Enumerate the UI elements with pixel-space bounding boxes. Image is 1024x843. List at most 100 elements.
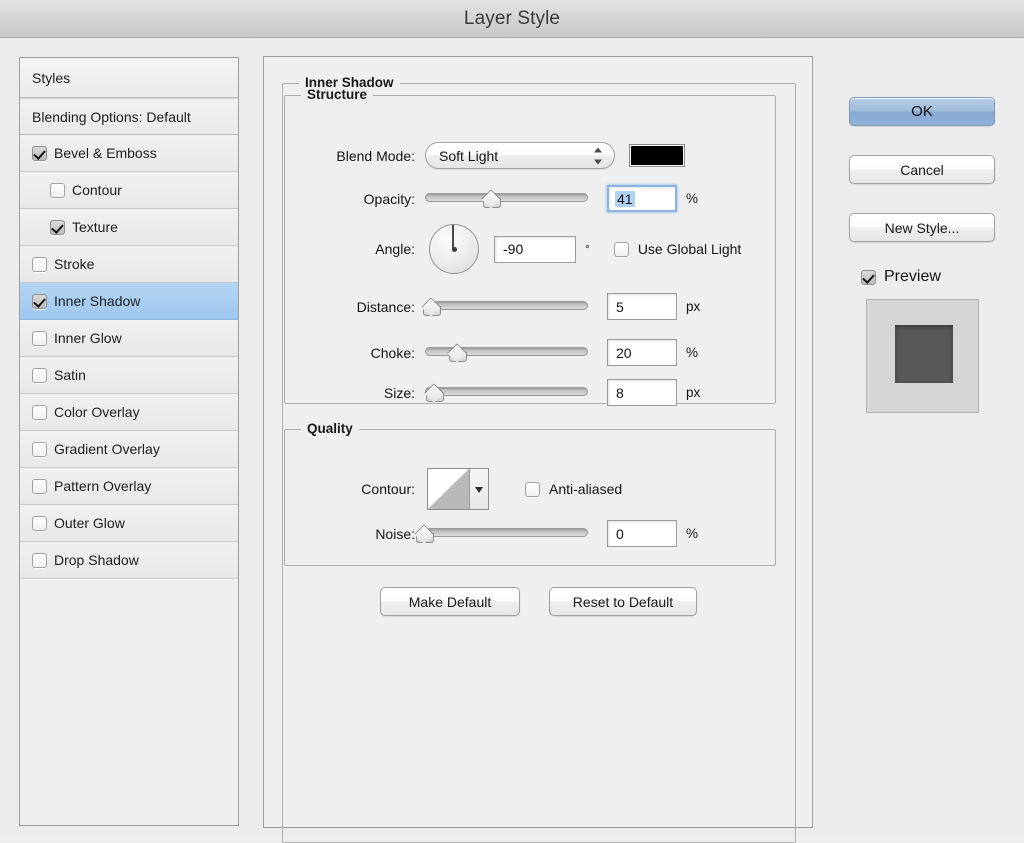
noise-slider[interactable] xyxy=(416,524,588,544)
preview-checkbox[interactable] xyxy=(861,269,876,285)
sidebar-item-pattern-overlay[interactable]: Pattern Overlay xyxy=(20,468,238,505)
effect-label: Gradient Overlay xyxy=(54,441,160,457)
sidebar-item-color-overlay[interactable]: Color Overlay xyxy=(20,394,238,431)
size-slider[interactable] xyxy=(425,383,588,403)
sidebar-item-texture[interactable]: Texture xyxy=(20,209,238,246)
choke-row: Choke: 20 % xyxy=(285,339,777,366)
angle-dial[interactable] xyxy=(429,224,479,274)
effect-checkbox[interactable] xyxy=(32,330,47,346)
shadow-color-swatch[interactable] xyxy=(629,144,685,167)
preview-toggle-row[interactable]: Preview xyxy=(861,268,941,286)
choke-unit: % xyxy=(686,345,699,360)
angle-dial-center xyxy=(451,246,457,252)
effect-label: Inner Glow xyxy=(54,330,122,346)
distance-value: 5 xyxy=(616,298,624,315)
size-unit: px xyxy=(686,385,701,400)
angle-unit: ° xyxy=(585,242,590,256)
make-default-button[interactable]: Make Default xyxy=(380,587,520,616)
use-global-light-checkbox[interactable] xyxy=(613,241,629,257)
noise-input[interactable]: 0 xyxy=(607,520,677,547)
effect-label: Stroke xyxy=(54,256,95,272)
sidebar-item-satin[interactable]: Satin xyxy=(20,357,238,394)
noise-slider-thumb[interactable] xyxy=(415,528,435,543)
cancel-button[interactable]: Cancel xyxy=(849,155,995,184)
use-global-light-label: Use Global Light xyxy=(637,241,742,257)
styles-sidebar: Styles Blending Options: Default Bevel &… xyxy=(19,57,239,826)
new-style-button[interactable]: New Style... xyxy=(849,213,995,242)
sidebar-item-contour[interactable]: Contour xyxy=(20,172,238,209)
opacity-slider-thumb[interactable] xyxy=(482,193,502,208)
sidebar-item-inner-glow[interactable]: Inner Glow xyxy=(20,320,238,357)
distance-slider-thumb[interactable] xyxy=(422,301,442,316)
effect-label: Color Overlay xyxy=(54,404,140,420)
effect-checkbox[interactable] xyxy=(50,182,65,198)
anti-aliased-checkbox[interactable] xyxy=(525,481,540,497)
distance-unit: px xyxy=(686,299,701,314)
effect-label: Bevel & Emboss xyxy=(54,145,157,161)
sidebar-item-stroke[interactable]: Stroke xyxy=(20,246,238,283)
effect-checkbox[interactable] xyxy=(32,293,47,309)
effect-checkbox[interactable] xyxy=(32,552,47,568)
blend-mode-select[interactable]: Soft Light xyxy=(425,142,615,169)
distance-label: Distance: xyxy=(356,298,415,315)
quality-group: Quality Contour: Anti-aliased Noise: 0 % xyxy=(284,421,777,566)
sidebar-item-drop-shadow[interactable]: Drop Shadow xyxy=(20,542,238,579)
anti-aliased-row[interactable]: Anti-aliased xyxy=(525,481,622,497)
effect-checkbox[interactable] xyxy=(32,478,47,494)
sidebar-header-styles[interactable]: Styles xyxy=(20,58,238,98)
distance-slider[interactable] xyxy=(422,297,588,317)
effect-label: Pattern Overlay xyxy=(54,478,152,494)
size-label: Size: xyxy=(383,384,415,401)
choke-slider[interactable] xyxy=(425,343,588,363)
sidebar-item-bevel-emboss[interactable]: Bevel & Emboss xyxy=(20,135,238,172)
chevron-updown-icon xyxy=(594,146,603,165)
effect-checkbox[interactable] xyxy=(32,515,47,531)
contour-thumbnail xyxy=(428,469,470,509)
contour-label: Contour: xyxy=(361,481,415,497)
sidebar-item-blending-options[interactable]: Blending Options: Default xyxy=(20,98,238,135)
contour-preset-picker[interactable] xyxy=(427,468,489,510)
size-input[interactable]: 8 xyxy=(607,379,677,406)
layer-style-dialog: Layer Style Styles Blending Options: Def… xyxy=(0,0,1024,843)
size-slider-thumb[interactable] xyxy=(425,387,445,402)
choke-input[interactable]: 20 xyxy=(607,339,677,366)
sidebar-item-gradient-overlay[interactable]: Gradient Overlay xyxy=(20,431,238,468)
effect-checkbox[interactable] xyxy=(32,256,47,272)
blend-mode-label: Blend Mode: xyxy=(336,147,415,164)
effect-label: Satin xyxy=(54,367,86,383)
effect-label: Outer Glow xyxy=(54,515,125,531)
chevron-down-icon[interactable] xyxy=(470,469,488,509)
distance-input[interactable]: 5 xyxy=(607,293,677,320)
choke-slider-thumb[interactable] xyxy=(448,347,468,362)
angle-value: -90 xyxy=(503,241,524,257)
quality-group-title: Quality xyxy=(301,421,359,436)
angle-dial-needle xyxy=(452,225,454,249)
effect-checkbox[interactable] xyxy=(32,404,47,420)
structure-group-title: Structure xyxy=(301,87,374,102)
ok-button[interactable]: OK xyxy=(849,97,995,126)
effect-checkbox[interactable] xyxy=(32,145,47,161)
effect-checkbox[interactable] xyxy=(50,219,65,235)
effect-label: Inner Shadow xyxy=(54,293,141,309)
noise-label: Noise: xyxy=(375,525,415,542)
anti-aliased-label: Anti-aliased xyxy=(549,481,623,497)
reset-to-default-button[interactable]: Reset to Default xyxy=(549,587,697,616)
effect-label: Contour xyxy=(72,182,122,198)
angle-input[interactable]: -90 xyxy=(494,235,576,263)
size-row: Size: 8 px xyxy=(285,379,777,406)
noise-row: Noise: 0 % xyxy=(285,520,777,547)
opacity-input[interactable]: 41 xyxy=(607,185,677,212)
effect-checkbox[interactable] xyxy=(32,441,47,457)
sidebar-item-outer-glow[interactable]: Outer Glow xyxy=(20,505,238,542)
sidebar-item-inner-shadow[interactable]: Inner Shadow xyxy=(20,283,238,320)
noise-value: 0 xyxy=(616,525,624,542)
main-settings-panel: Inner Shadow Structure Blend Mode: Soft … xyxy=(263,56,813,843)
use-global-light-row[interactable]: Use Global Light xyxy=(613,241,742,257)
window-titlebar[interactable]: Layer Style xyxy=(0,0,1024,38)
preview-label: Preview xyxy=(884,268,941,285)
size-value: 8 xyxy=(616,384,624,401)
effect-checkbox[interactable] xyxy=(32,367,47,383)
dialog-body: Styles Blending Options: Default Bevel &… xyxy=(0,38,1024,843)
choke-value: 20 xyxy=(616,344,632,361)
opacity-slider[interactable] xyxy=(425,189,588,209)
